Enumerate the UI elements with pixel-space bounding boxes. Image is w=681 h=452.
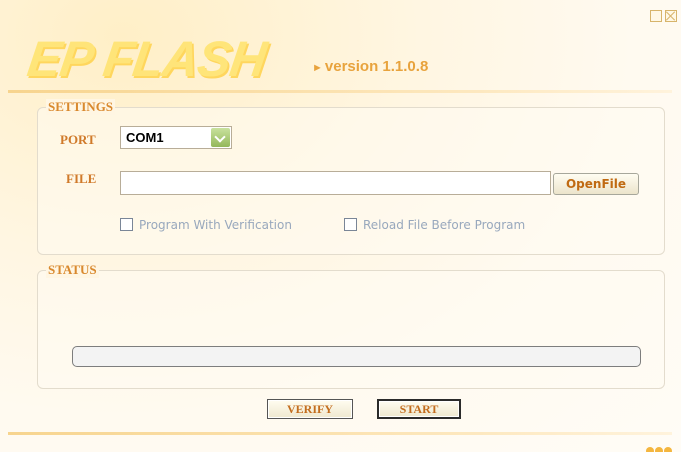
chevron-down-icon[interactable] [211, 128, 230, 147]
reload-file-before-program-label: Reload File Before Program [363, 218, 526, 232]
minimize-icon[interactable] [650, 10, 662, 22]
dot-indicator [655, 447, 663, 452]
progress-bar [72, 346, 641, 367]
version-text: version 1.1.0.8 [324, 58, 429, 75]
version-label: ► version 1.1.0.8 [312, 58, 428, 75]
start-button[interactable]: START [377, 399, 461, 419]
port-value: COM1 [126, 130, 164, 145]
file-path-input[interactable] [120, 171, 551, 195]
port-select[interactable]: COM1 [120, 126, 232, 149]
settings-group: SETTINGS PORT COM1 FILE OpenFile Program… [37, 99, 665, 255]
close-icon[interactable] [665, 10, 677, 22]
app-logo: EP FLASH [24, 31, 270, 87]
app-window: EP FLASH ► version 1.1.0.8 SETTINGS PORT … [0, 0, 681, 452]
file-label: FILE [66, 171, 97, 186]
footer-divider [8, 432, 672, 435]
open-file-button[interactable]: OpenFile [553, 173, 639, 195]
checkbox-box[interactable] [120, 218, 133, 231]
program-with-verification-checkbox[interactable]: Program With Verification [120, 218, 292, 232]
reload-file-before-program-checkbox[interactable]: Reload File Before Program [344, 218, 525, 232]
dot-indicator [646, 447, 654, 452]
status-group: STATUS [37, 262, 665, 389]
dot-indicator [664, 447, 672, 452]
program-with-verification-label: Program With Verification [139, 218, 292, 232]
settings-title: SETTINGS [46, 99, 116, 115]
arrow-right-icon: ► [312, 62, 323, 74]
verify-button[interactable]: VERIFY [267, 399, 353, 419]
status-title: STATUS [46, 262, 99, 278]
header-divider [8, 90, 672, 93]
port-label: PORT [60, 132, 96, 147]
status-dots [646, 440, 673, 452]
checkbox-box[interactable] [344, 218, 357, 231]
